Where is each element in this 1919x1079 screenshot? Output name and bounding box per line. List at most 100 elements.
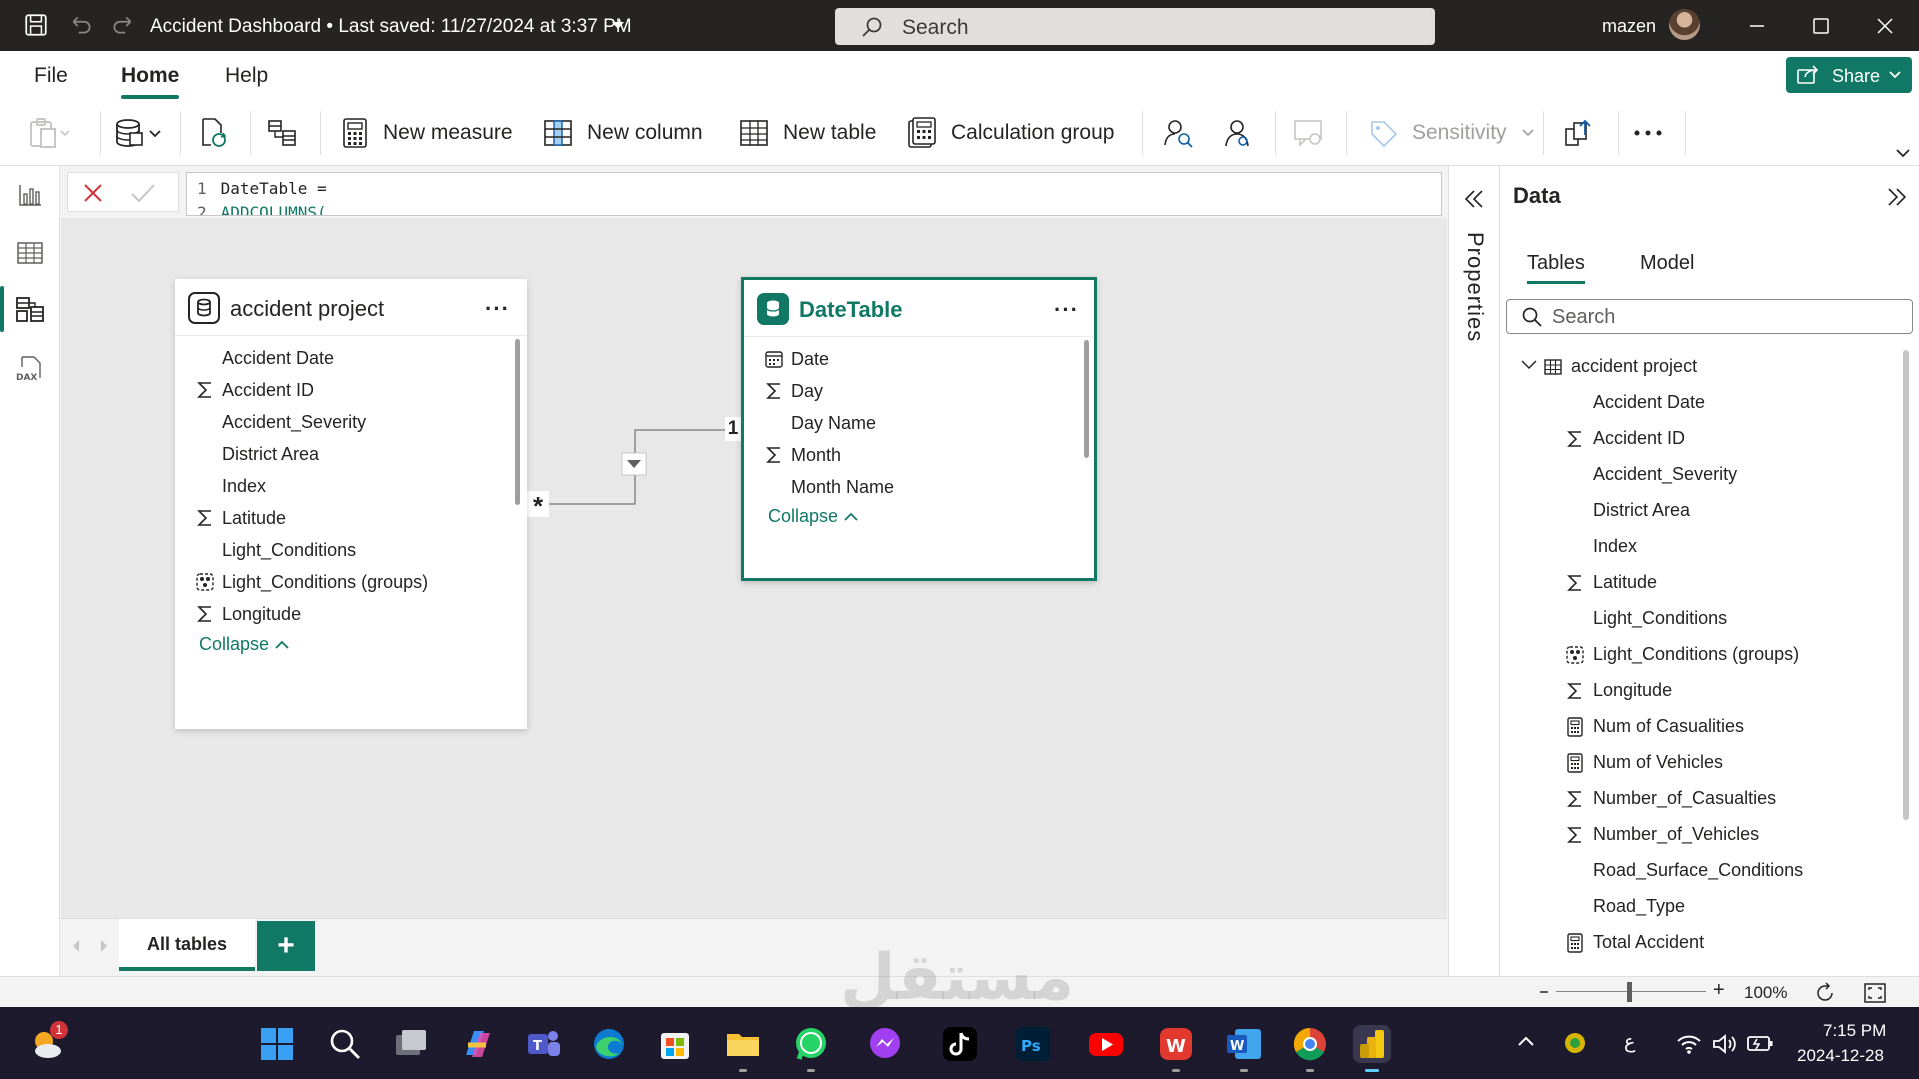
collapse-pane-icon[interactable] [1886, 186, 1908, 208]
taskbar-search-icon[interactable] [326, 1025, 364, 1063]
field-item[interactable]: Date [744, 343, 1084, 375]
manage-roles-button[interactable] [1163, 113, 1195, 153]
power-bi-icon[interactable] [1353, 1025, 1391, 1063]
dax-query-view-icon[interactable]: DAX [15, 354, 45, 384]
table-card-datetable[interactable]: DateTable ··· Date Day Day Name Month Mo… [741, 277, 1097, 581]
data-field-item[interactable]: Latitude [1500, 568, 1900, 598]
tab-tables[interactable]: Tables [1527, 252, 1585, 284]
tiktok-icon[interactable] [941, 1025, 979, 1063]
add-layout-button[interactable]: + [257, 921, 315, 971]
search-box[interactable]: Search [835, 8, 1435, 45]
youtube-icon[interactable] [1087, 1025, 1125, 1063]
field-item[interactable]: Accident Date [175, 342, 515, 374]
field-item[interactable]: Accident_Severity [175, 406, 515, 438]
chrome-icon[interactable] [1291, 1025, 1329, 1063]
zoom-level[interactable]: 100% [1744, 983, 1787, 1003]
get-data-button[interactable] [112, 113, 166, 153]
wifi-icon[interactable] [1676, 1033, 1702, 1055]
collapse-button[interactable]: Collapse [199, 634, 290, 655]
field-item[interactable]: Longitude [175, 598, 515, 630]
tab-home[interactable]: Home [121, 64, 180, 99]
minimize-icon[interactable] [1745, 14, 1769, 38]
chevron-down-icon[interactable] [1520, 358, 1540, 378]
expand-properties-icon[interactable] [1463, 188, 1485, 210]
input-language[interactable]: ع [1624, 1031, 1635, 1054]
more-icon[interactable]: ··· [1054, 297, 1079, 323]
clock-date[interactable]: 2024-12-28 [1797, 1046, 1884, 1066]
data-field-item[interactable]: Accident ID [1500, 424, 1900, 454]
messenger-icon[interactable] [866, 1025, 904, 1063]
field-item[interactable]: Latitude [175, 502, 515, 534]
table-card-scrollbar[interactable] [1084, 340, 1089, 458]
zoom-out-button[interactable] [1540, 991, 1548, 993]
battery-icon[interactable] [1746, 1032, 1774, 1054]
store-icon[interactable] [656, 1025, 694, 1063]
field-item[interactable]: Day Name [744, 407, 1084, 439]
file-explorer-icon[interactable] [724, 1025, 762, 1063]
commit-formula-icon[interactable] [130, 182, 156, 204]
chevron-down-icon[interactable] [610, 20, 626, 32]
field-item[interactable]: Light_Conditions (groups) [175, 566, 515, 598]
zoom-slider-thumb[interactable] [1627, 982, 1632, 1002]
report-view-icon[interactable] [15, 180, 45, 210]
view-as-button[interactable] [1221, 113, 1253, 153]
fit-to-screen-icon[interactable] [1863, 982, 1887, 1004]
field-item[interactable]: Accident ID [175, 374, 515, 406]
cancel-formula-icon[interactable] [82, 182, 104, 204]
q-and-a-setup-button[interactable] [1293, 113, 1325, 153]
start-icon[interactable] [258, 1025, 296, 1063]
data-field-item[interactable]: Accident_Severity [1500, 460, 1900, 490]
manage-relationships-button[interactable] [266, 113, 298, 153]
data-field-item[interactable]: Number_of_Casualties [1500, 784, 1900, 814]
data-measure-item[interactable]: Total Accident [1500, 928, 1900, 958]
tab-help[interactable]: Help [225, 64, 268, 88]
refresh-button[interactable] [197, 113, 229, 153]
field-item[interactable]: Index [175, 470, 515, 502]
reset-zoom-icon[interactable] [1813, 981, 1837, 1005]
data-field-item[interactable]: Longitude [1500, 676, 1900, 706]
ribbon-collapse-icon[interactable] [1895, 147, 1911, 159]
data-field-item[interactable]: Road_Type [1500, 892, 1900, 922]
field-item[interactable]: Light_Conditions [175, 534, 515, 566]
data-field-item[interactable]: Light_Conditions (groups) [1500, 640, 1900, 670]
new-table-button[interactable]: New table [739, 113, 876, 153]
chevron-up-icon[interactable] [1517, 1035, 1535, 1047]
close-icon[interactable] [1873, 14, 1897, 38]
field-item[interactable]: Month Name [744, 471, 1084, 503]
clock-time[interactable]: 7:15 PM [1823, 1021, 1886, 1041]
data-search-input[interactable]: Search [1506, 299, 1913, 334]
avatar[interactable] [1669, 9, 1700, 40]
maximize-icon[interactable] [1809, 14, 1833, 38]
collapse-button[interactable]: Collapse [768, 506, 859, 527]
data-field-item[interactable]: Number_of_Vehicles [1500, 820, 1900, 850]
data-pane-scrollbar[interactable] [1903, 350, 1909, 820]
redo-icon[interactable] [110, 12, 136, 38]
data-table-node[interactable]: accident project [1500, 352, 1900, 382]
volume-icon[interactable] [1712, 1033, 1738, 1055]
new-column-button[interactable]: New column [543, 113, 703, 153]
more-options-button[interactable] [1633, 113, 1663, 153]
data-field-item[interactable]: Accident Date [1500, 388, 1900, 418]
field-item[interactable]: Month [744, 439, 1084, 471]
formula-editor[interactable]: 1 DateTable = 2 ADDCOLUMNS( [186, 172, 1442, 216]
paste-button[interactable] [28, 113, 72, 153]
table-view-icon[interactable] [15, 238, 45, 268]
field-item[interactable]: Day [744, 375, 1084, 407]
data-field-item[interactable]: Light_Conditions [1500, 604, 1900, 634]
table-card-header[interactable]: accident project ··· [175, 279, 527, 336]
photoshop-icon[interactable]: Ps [1014, 1025, 1052, 1063]
data-measure-item[interactable]: Num of Casualities [1500, 712, 1900, 742]
data-measure-item[interactable]: Num of Vehicles [1500, 748, 1900, 778]
table-card-scrollbar[interactable] [515, 339, 520, 505]
chevron-left-icon[interactable] [71, 939, 81, 953]
task-view-icon[interactable] [392, 1025, 430, 1063]
tab-all-tables[interactable]: All tables [119, 919, 255, 971]
data-field-item[interactable]: District Area [1500, 496, 1900, 526]
data-field-item[interactable]: Road_Surface_Conditions [1500, 856, 1900, 886]
whatsapp-icon[interactable] [792, 1025, 830, 1063]
sensitivity-button[interactable]: Sensitivity [1368, 113, 1535, 153]
word-icon[interactable]: W [1225, 1025, 1263, 1063]
edge-icon[interactable] [590, 1025, 628, 1063]
tray-app-icon[interactable] [1563, 1031, 1587, 1055]
zoom-in-button[interactable]: + [1713, 979, 1725, 1002]
